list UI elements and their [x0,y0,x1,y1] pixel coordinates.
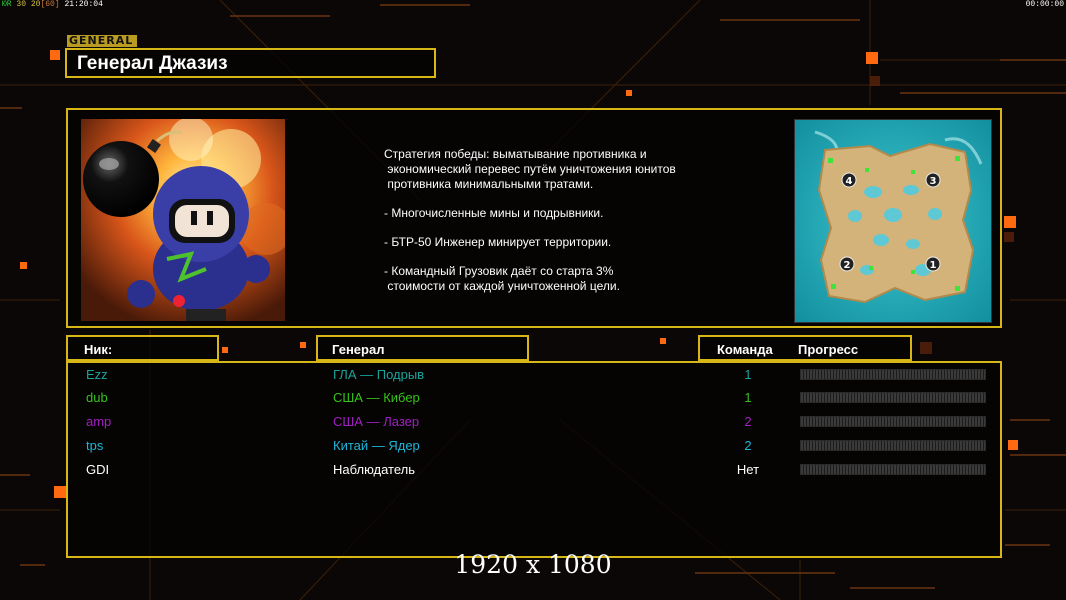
player-general: Китай — Ядер [333,438,420,453]
player-row: amp США — Лазер 2 [68,411,1000,433]
player-team: 2 [744,438,752,453]
general-title-box: Генерал Джазиз [65,48,436,78]
player-team: 1 [744,367,752,382]
player-row: dub США — Кибер 1 [68,387,1000,409]
column-header-team-progress: Команда Прогресс [698,335,912,361]
system-clock: 21:20:04 [64,0,103,9]
fps-readout: ЮR 30 20[60] 21:20:04 [2,0,103,9]
description-line: - Многочисленные мины и подрывники. [384,206,604,220]
description-line: противника минимальными тратами. [384,177,594,191]
player-nick: tps [86,438,104,453]
description-line: - Командный Грузовик даёт со старта 3% [384,264,614,278]
player-general: Наблюдатель [333,462,416,477]
general-name: Генерал Джазиз [77,53,228,74]
fps-label: ЮR [2,0,12,9]
player-nick: GDI [86,462,110,477]
start-position-3: 3 [930,176,937,187]
player-general: США — Кибер [333,390,420,405]
player-general: США — Лазер [333,414,420,429]
nick-header-label: Ник: [84,342,113,357]
player-nick: Ezz [86,367,108,382]
column-header-general: Генерал [316,335,529,361]
start-position-1: 1 [930,260,937,271]
progress-header-label: Прогресс [798,342,859,357]
description-line: - БТР-50 Инженер минирует территории. [384,235,612,249]
map-preview: 4 3 2 1 [794,119,992,323]
general-description: Стратегия победы: выматывание противника… [384,147,744,294]
description-line: Стратегия победы: выматывание противника… [384,147,647,161]
player-team: Нет [736,462,760,477]
bomberman-portrait-image [81,119,285,321]
player-row: GDI Наблюдатель Нет [68,459,1000,481]
player-nick: dub [86,390,108,405]
description-line: экономический перевес путём уничтожения … [384,162,676,176]
player-row: tps Китай — Ядер 2 [68,435,1000,457]
player-team: 1 [744,390,752,405]
start-position-2: 2 [844,260,851,271]
fps-value: 30 [16,0,27,9]
game-timer: 00:00:00 [1025,0,1064,9]
team-header-label: Команда [717,342,773,357]
player-progress-bar [800,464,986,475]
player-general: ГЛА — Подрыв [333,367,425,382]
resolution-label: 1920 x 1080 [454,550,612,579]
general-header-label: Генерал [332,342,385,357]
description-line: стоимости от каждой уничтоженной цели. [384,279,620,293]
fps-min: 20 [30,0,41,9]
general-info-panel: Стратегия победы: выматывание противника… [66,108,1002,328]
start-position-4: 4 [846,176,853,187]
fps-cap: [60] [40,0,60,9]
player-list: Ezz ГЛА — Подрыв 1 dub США — Кибер 1 amp… [66,361,1002,558]
player-team: 2 [744,414,752,429]
player-progress-bar [800,392,986,403]
general-portrait [81,119,285,321]
general-tag: GENERAL [67,35,137,47]
player-progress-bar [800,416,986,427]
player-progress-bar [800,440,986,451]
map-preview-image: 4 3 2 1 [795,120,991,322]
player-row: Ezz ГЛА — Подрыв 1 [68,364,1000,386]
player-progress-bar [800,369,986,380]
player-nick: amp [86,414,112,429]
column-header-nick: Ник: [66,335,219,361]
